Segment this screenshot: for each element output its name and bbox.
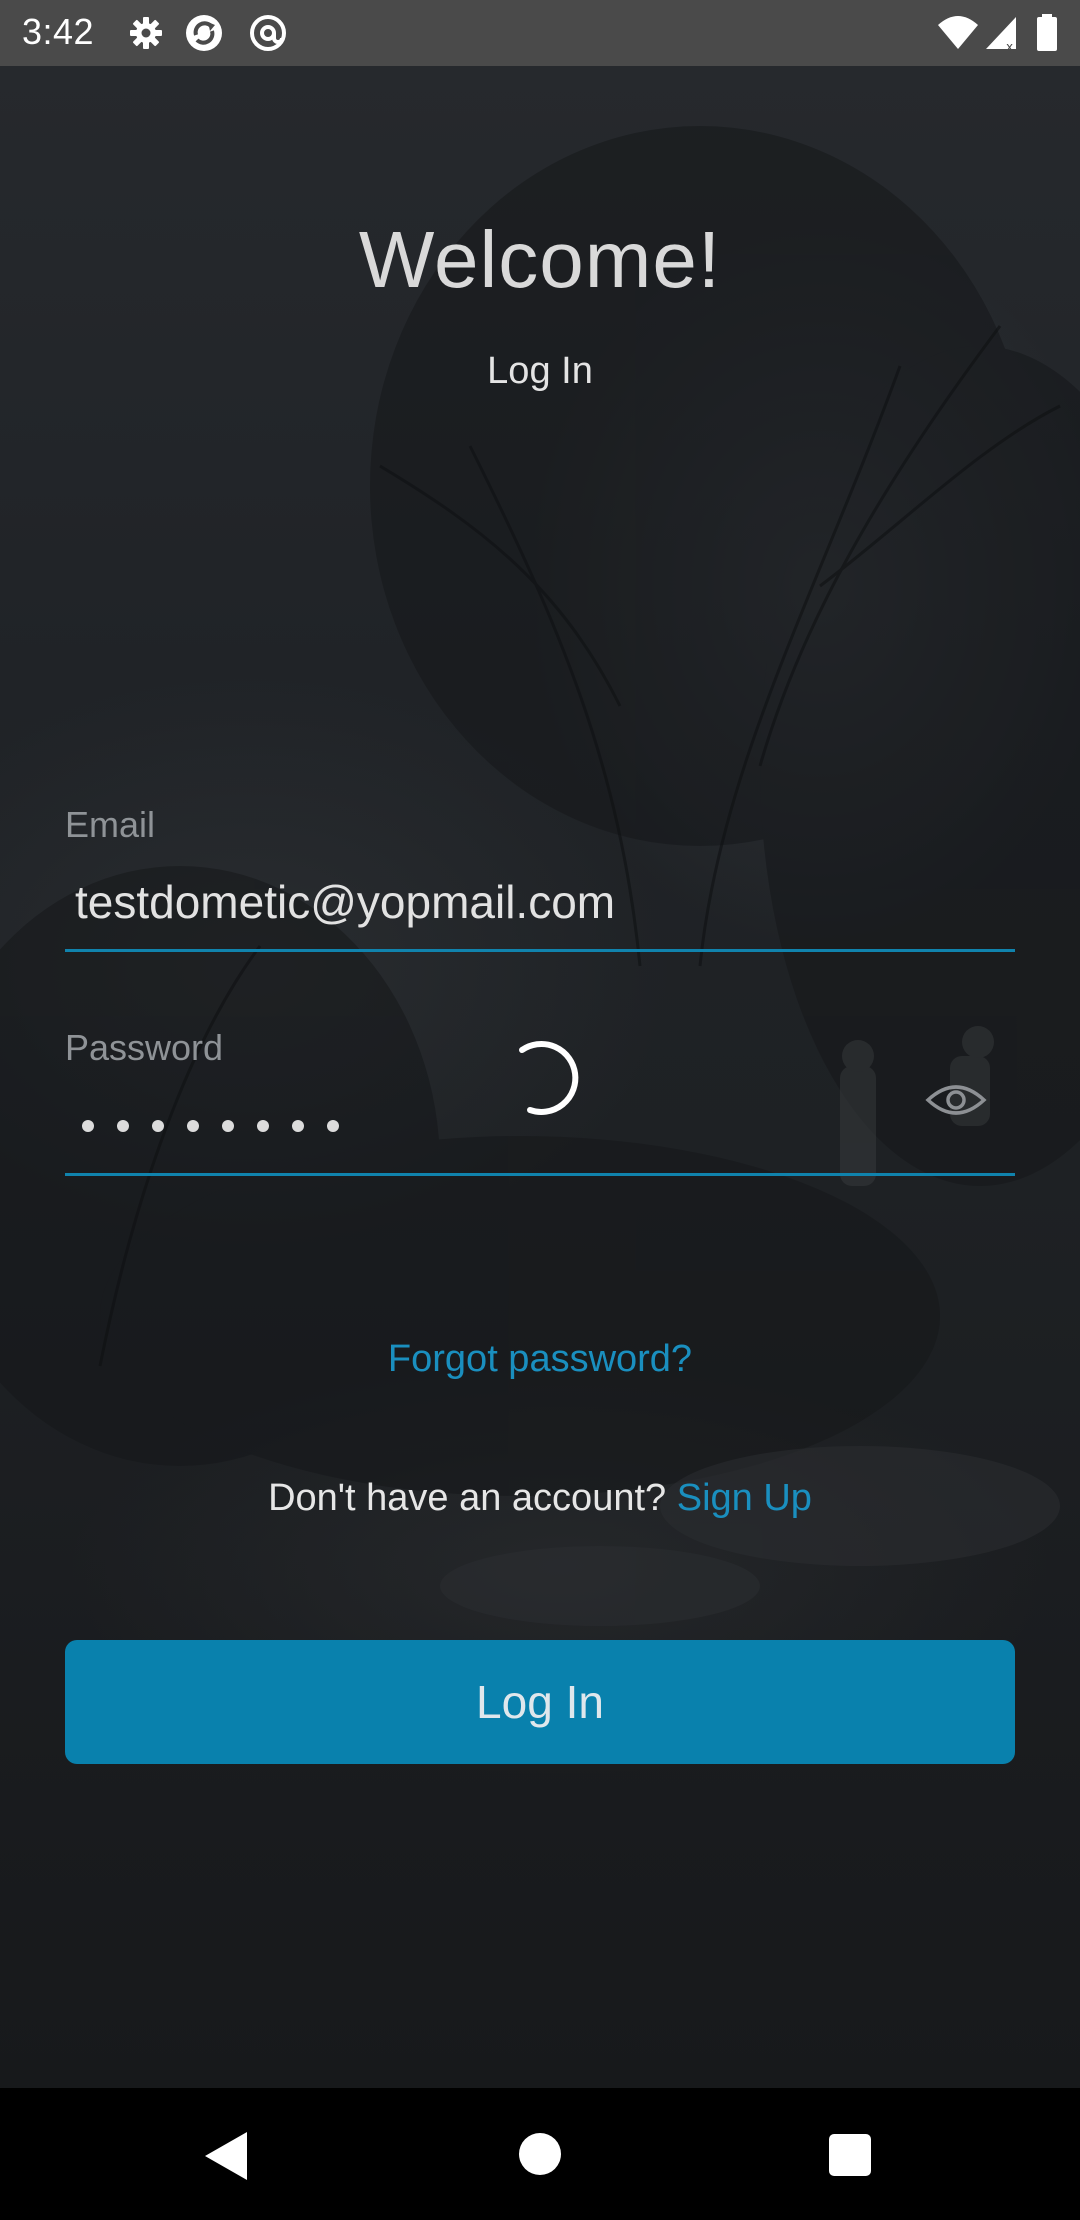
recents-icon[interactable] [829,2134,871,2176]
status-bar: 3:42 x [0,0,1080,66]
password-underline [65,1173,1015,1176]
battery-icon [1037,14,1057,51]
back-icon[interactable] [203,2130,249,2182]
gear-icon [130,17,162,49]
welcome-title: Welcome! [358,215,722,304]
wifi-icon [938,16,978,49]
status-time: 3:42 [22,11,95,52]
login-subtitle: Log In [487,350,593,392]
password-dot [292,1120,304,1132]
password-field[interactable] [82,1112,362,1140]
password-dot [152,1120,164,1132]
password-dot [117,1120,129,1132]
at-sign-icon [250,15,286,51]
password-dot [257,1120,269,1132]
password-dot [222,1120,234,1132]
forgot-password-link[interactable]: Forgot password? [0,1338,1080,1381]
password-dot [327,1120,339,1132]
login-button[interactable]: Log In [65,1640,1015,1764]
eye-icon[interactable] [925,1078,987,1122]
email-label: Email [65,804,156,845]
password-dot [187,1120,199,1132]
signal-icon: x [986,17,1016,53]
sign-up-link[interactable]: Sign Up [677,1477,812,1519]
email-field[interactable] [75,875,975,929]
signup-row: Don't have an account? Sign Up [0,1477,1080,1520]
home-icon[interactable] [519,2133,561,2175]
password-dot [82,1120,94,1132]
app-sync-icon [186,15,222,51]
email-underline [65,949,1015,952]
login-button-label: Log In [476,1676,604,1728]
svg-text:x: x [1006,40,1013,53]
password-label: Password [65,1027,224,1068]
loading-spinner [519,1040,579,1115]
no-account-text: Don't have an account? [268,1477,667,1519]
